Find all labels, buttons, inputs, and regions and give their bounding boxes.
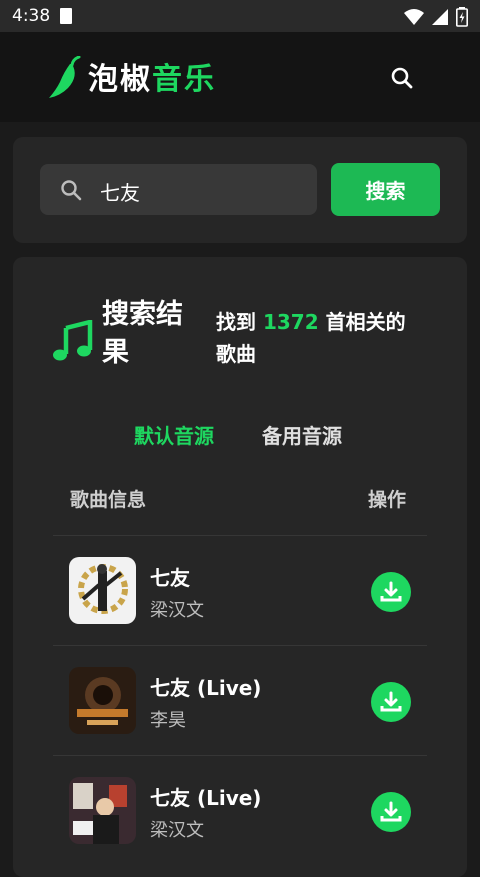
search-input-value[interactable]: 七友	[100, 177, 140, 206]
song-row[interactable]: 七友 (Live) 李昊	[53, 646, 427, 756]
song-artist: 梁汉文	[150, 600, 204, 621]
song-title: 七友 (Live)	[150, 676, 262, 700]
results-count-number: 1372	[262, 310, 319, 334]
download-icon	[380, 581, 402, 602]
download-icon	[380, 691, 402, 712]
album-cover	[69, 777, 136, 844]
results-title: 搜索结果	[102, 299, 183, 368]
album-cover	[69, 557, 136, 624]
search-button[interactable]: 搜索	[331, 163, 440, 216]
album-cover	[69, 667, 136, 734]
tab-backup-source[interactable]: 备用音源	[262, 420, 342, 449]
song-artist: 梁汉文	[150, 820, 204, 841]
results-count: 找到 1372 首相关的歌曲	[216, 310, 406, 366]
status-bar: 4:38	[0, 0, 480, 32]
song-row[interactable]: 七友 梁汉文	[53, 536, 427, 646]
wifi-icon	[404, 9, 424, 25]
download-button[interactable]	[371, 572, 411, 612]
song-artist: 李昊	[150, 710, 186, 731]
status-icons	[404, 7, 468, 27]
app-title-part1: 泡椒	[88, 62, 152, 97]
battery-icon	[456, 7, 468, 27]
download-icon	[380, 801, 402, 822]
signal-icon	[432, 9, 448, 25]
song-row[interactable]: 七友 (Live) 梁汉文	[53, 756, 427, 866]
app-title: 泡椒音乐	[88, 54, 216, 98]
app-title-part2: 音乐	[152, 62, 216, 97]
search-icon[interactable]	[390, 66, 414, 90]
song-title: 七友 (Live)	[150, 786, 262, 810]
download-button[interactable]	[371, 792, 411, 832]
song-title: 七友	[150, 566, 190, 590]
chili-pepper-icon	[49, 56, 81, 98]
search-icon	[61, 180, 82, 201]
tab-default-source[interactable]: 默认音源	[134, 420, 214, 449]
download-button[interactable]	[371, 682, 411, 722]
sim-card-icon	[60, 8, 72, 24]
column-header-song-info: 歌曲信息	[70, 489, 147, 511]
status-time: 4:38	[12, 6, 51, 26]
column-header-action: 操作	[368, 489, 407, 511]
music-note-icon	[53, 320, 93, 361]
